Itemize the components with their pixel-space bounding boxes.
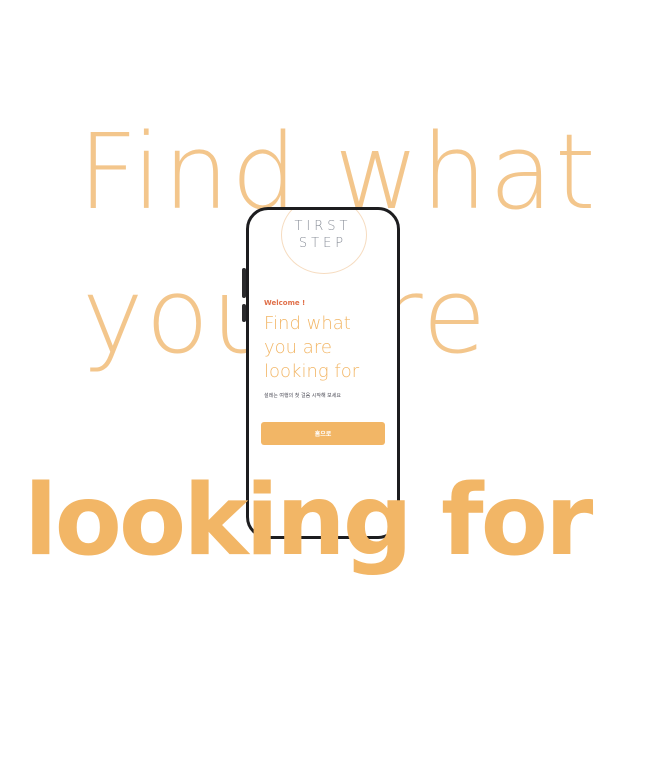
- phone-subtitle: 설레는 여행의 첫 걸음 시작해 보세요: [264, 393, 341, 399]
- background-heading-line-3: looking for: [24, 464, 593, 578]
- logo-text-line-2: STEP: [298, 236, 348, 251]
- phone-headline-line-2: you are: [264, 337, 332, 358]
- phone-headline-line-1: Find what: [264, 313, 351, 334]
- welcome-label: Welcome !: [264, 299, 306, 307]
- home-button[interactable]: 홈으로: [261, 422, 385, 445]
- phone-headline: Find what you are looking for: [264, 312, 394, 384]
- phone-headline-line-3: looking for: [264, 361, 360, 382]
- logo-text-line-1: TIRST: [294, 219, 352, 234]
